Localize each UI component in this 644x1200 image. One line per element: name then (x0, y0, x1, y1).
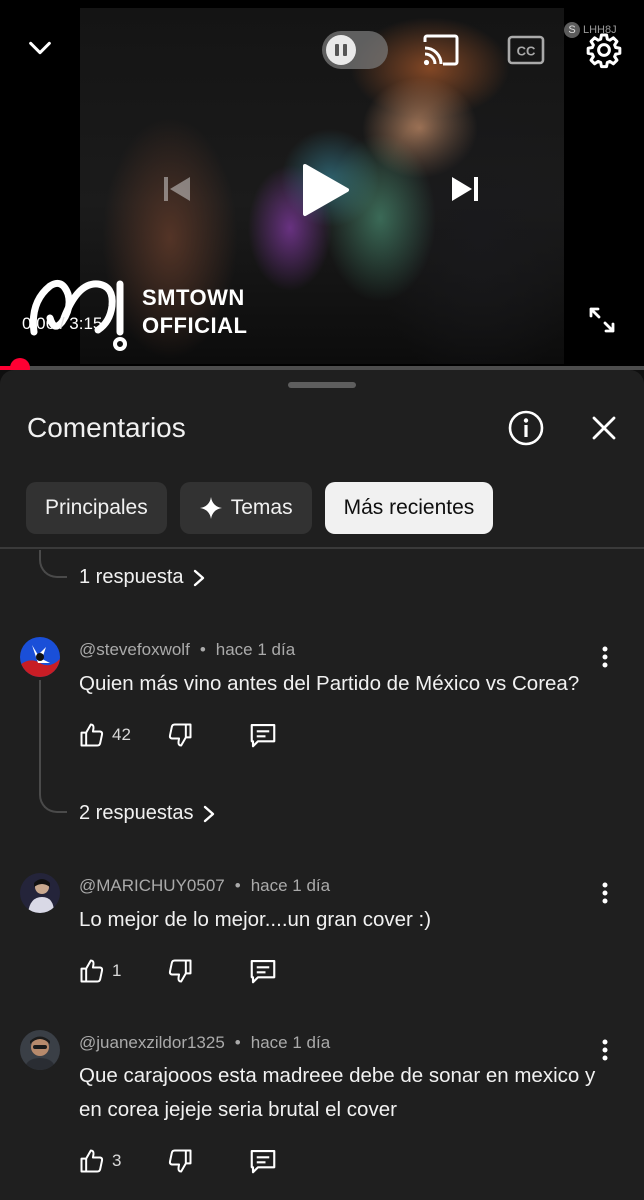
like-count: 3 (112, 1151, 122, 1170)
view-replies-link[interactable]: 2 respuestas (79, 802, 216, 825)
reply-comment-icon (250, 959, 276, 984)
chip-label: Más recientes (343, 496, 475, 519)
like-count: 1 (112, 961, 122, 980)
smtown-logo (29, 279, 127, 351)
comment-actions: 1 (78, 956, 278, 986)
chevron-down-icon[interactable] (20, 28, 60, 68)
avatar[interactable] (20, 873, 60, 913)
thumbs-down-icon (168, 723, 192, 747)
reply-comment-icon (250, 1149, 276, 1174)
replies-label: 1 respuesta (79, 566, 184, 588)
previous-icon[interactable] (154, 166, 200, 212)
thumbs-down-icon (168, 959, 192, 983)
captions-icon[interactable]: CC (505, 30, 547, 70)
sparkle-icon (199, 497, 222, 519)
chevron-right-icon (203, 805, 214, 822)
dislike-button[interactable] (166, 1147, 248, 1175)
cast-icon[interactable] (420, 30, 462, 70)
thumbs-up-icon (80, 959, 104, 983)
meta-separator: • (199, 640, 206, 659)
video-player[interactable]: CC S LHH8J SMTOWN OFFICIAL 0:06 / 3:15 (0, 0, 644, 370)
comment-time: hace 1 día (215, 640, 296, 659)
pause-icon (326, 35, 356, 65)
time-display: 0:06 / 3:15 (22, 314, 102, 334)
reply-comment-icon (250, 723, 276, 748)
close-icon[interactable] (584, 408, 624, 448)
time-separator: / (55, 314, 70, 333)
info-icon[interactable] (506, 408, 546, 448)
chips-divider (0, 547, 644, 549)
meta-separator: • (234, 876, 241, 895)
next-icon[interactable] (442, 166, 488, 212)
comment-meta: @juanexzildor1325 • hace 1 día (79, 1033, 330, 1053)
comment-actions: 3 (78, 1146, 278, 1176)
chip-temas[interactable]: Temas (179, 482, 312, 534)
like-button[interactable]: 3 (78, 1147, 166, 1175)
avatar[interactable] (20, 637, 60, 677)
reply-button[interactable] (248, 956, 278, 986)
comment-actions: 42 (78, 720, 278, 750)
like-count: 42 (112, 725, 131, 744)
comment-meta: @MARICHUY0507 • hace 1 día (79, 876, 330, 896)
thumbs-down-icon (168, 1149, 192, 1173)
comment-author[interactable]: @juanexzildor1325 (79, 1033, 225, 1053)
play-icon[interactable] (280, 148, 370, 232)
comment-text: Lo mejor de lo mejor....un gran cover :) (79, 908, 432, 931)
seek-handle[interactable] (10, 358, 30, 370)
thumbs-up-icon (80, 723, 104, 747)
comment-text: Quien más vino antes del Partido de Méxi… (79, 672, 580, 695)
meta-separator: • (234, 1033, 241, 1052)
chip-principales[interactable]: Principales (26, 482, 167, 534)
comment-time: hace 1 día (250, 876, 331, 895)
comment-meta: @stevefoxwolf • hace 1 día (79, 640, 295, 660)
watermark-line2: OFFICIAL (142, 313, 248, 338)
drag-handle[interactable] (288, 382, 356, 388)
panel-title: Comentarios (27, 412, 186, 443)
thread-connector (39, 680, 67, 813)
dislike-button[interactable] (166, 721, 248, 749)
comment-author[interactable]: @stevefoxwolf (79, 640, 190, 660)
duration: 3:15 (69, 314, 103, 333)
chip-mas-recientes[interactable]: Más recientes (324, 482, 494, 534)
comment-time: hace 1 día (250, 1033, 331, 1052)
chevron-right-icon (193, 569, 204, 586)
comment-author[interactable]: @MARICHUY0507 (79, 876, 225, 896)
thumbs-up-icon (80, 1149, 104, 1173)
avatar[interactable] (20, 1030, 60, 1070)
dislike-button[interactable] (166, 957, 248, 985)
chip-label: Principales (45, 496, 148, 519)
corner-watermark: S LHH8J (564, 22, 617, 38)
current-time: 0:06 (22, 314, 56, 333)
filter-chips: Principales Temas Más recientes (26, 482, 494, 534)
reply-button[interactable] (248, 1146, 278, 1176)
view-replies-link[interactable]: 1 respuesta (79, 566, 206, 589)
like-button[interactable]: 42 (78, 721, 166, 749)
channel-watermark: SMTOWN OFFICIAL (28, 272, 247, 352)
like-button[interactable]: 1 (78, 957, 166, 985)
comment-text: Que carajooos esta madreee debe de sonar… (79, 1064, 596, 1121)
autoplay-toggle[interactable] (322, 31, 388, 69)
watermark-line1: SMTOWN (142, 285, 245, 310)
fullscreen-icon[interactable] (582, 300, 622, 340)
chip-label: Temas (230, 496, 293, 519)
svg-text:CC: CC (517, 44, 536, 59)
reply-button[interactable] (248, 720, 278, 750)
replies-label: 2 respuestas (79, 802, 194, 824)
